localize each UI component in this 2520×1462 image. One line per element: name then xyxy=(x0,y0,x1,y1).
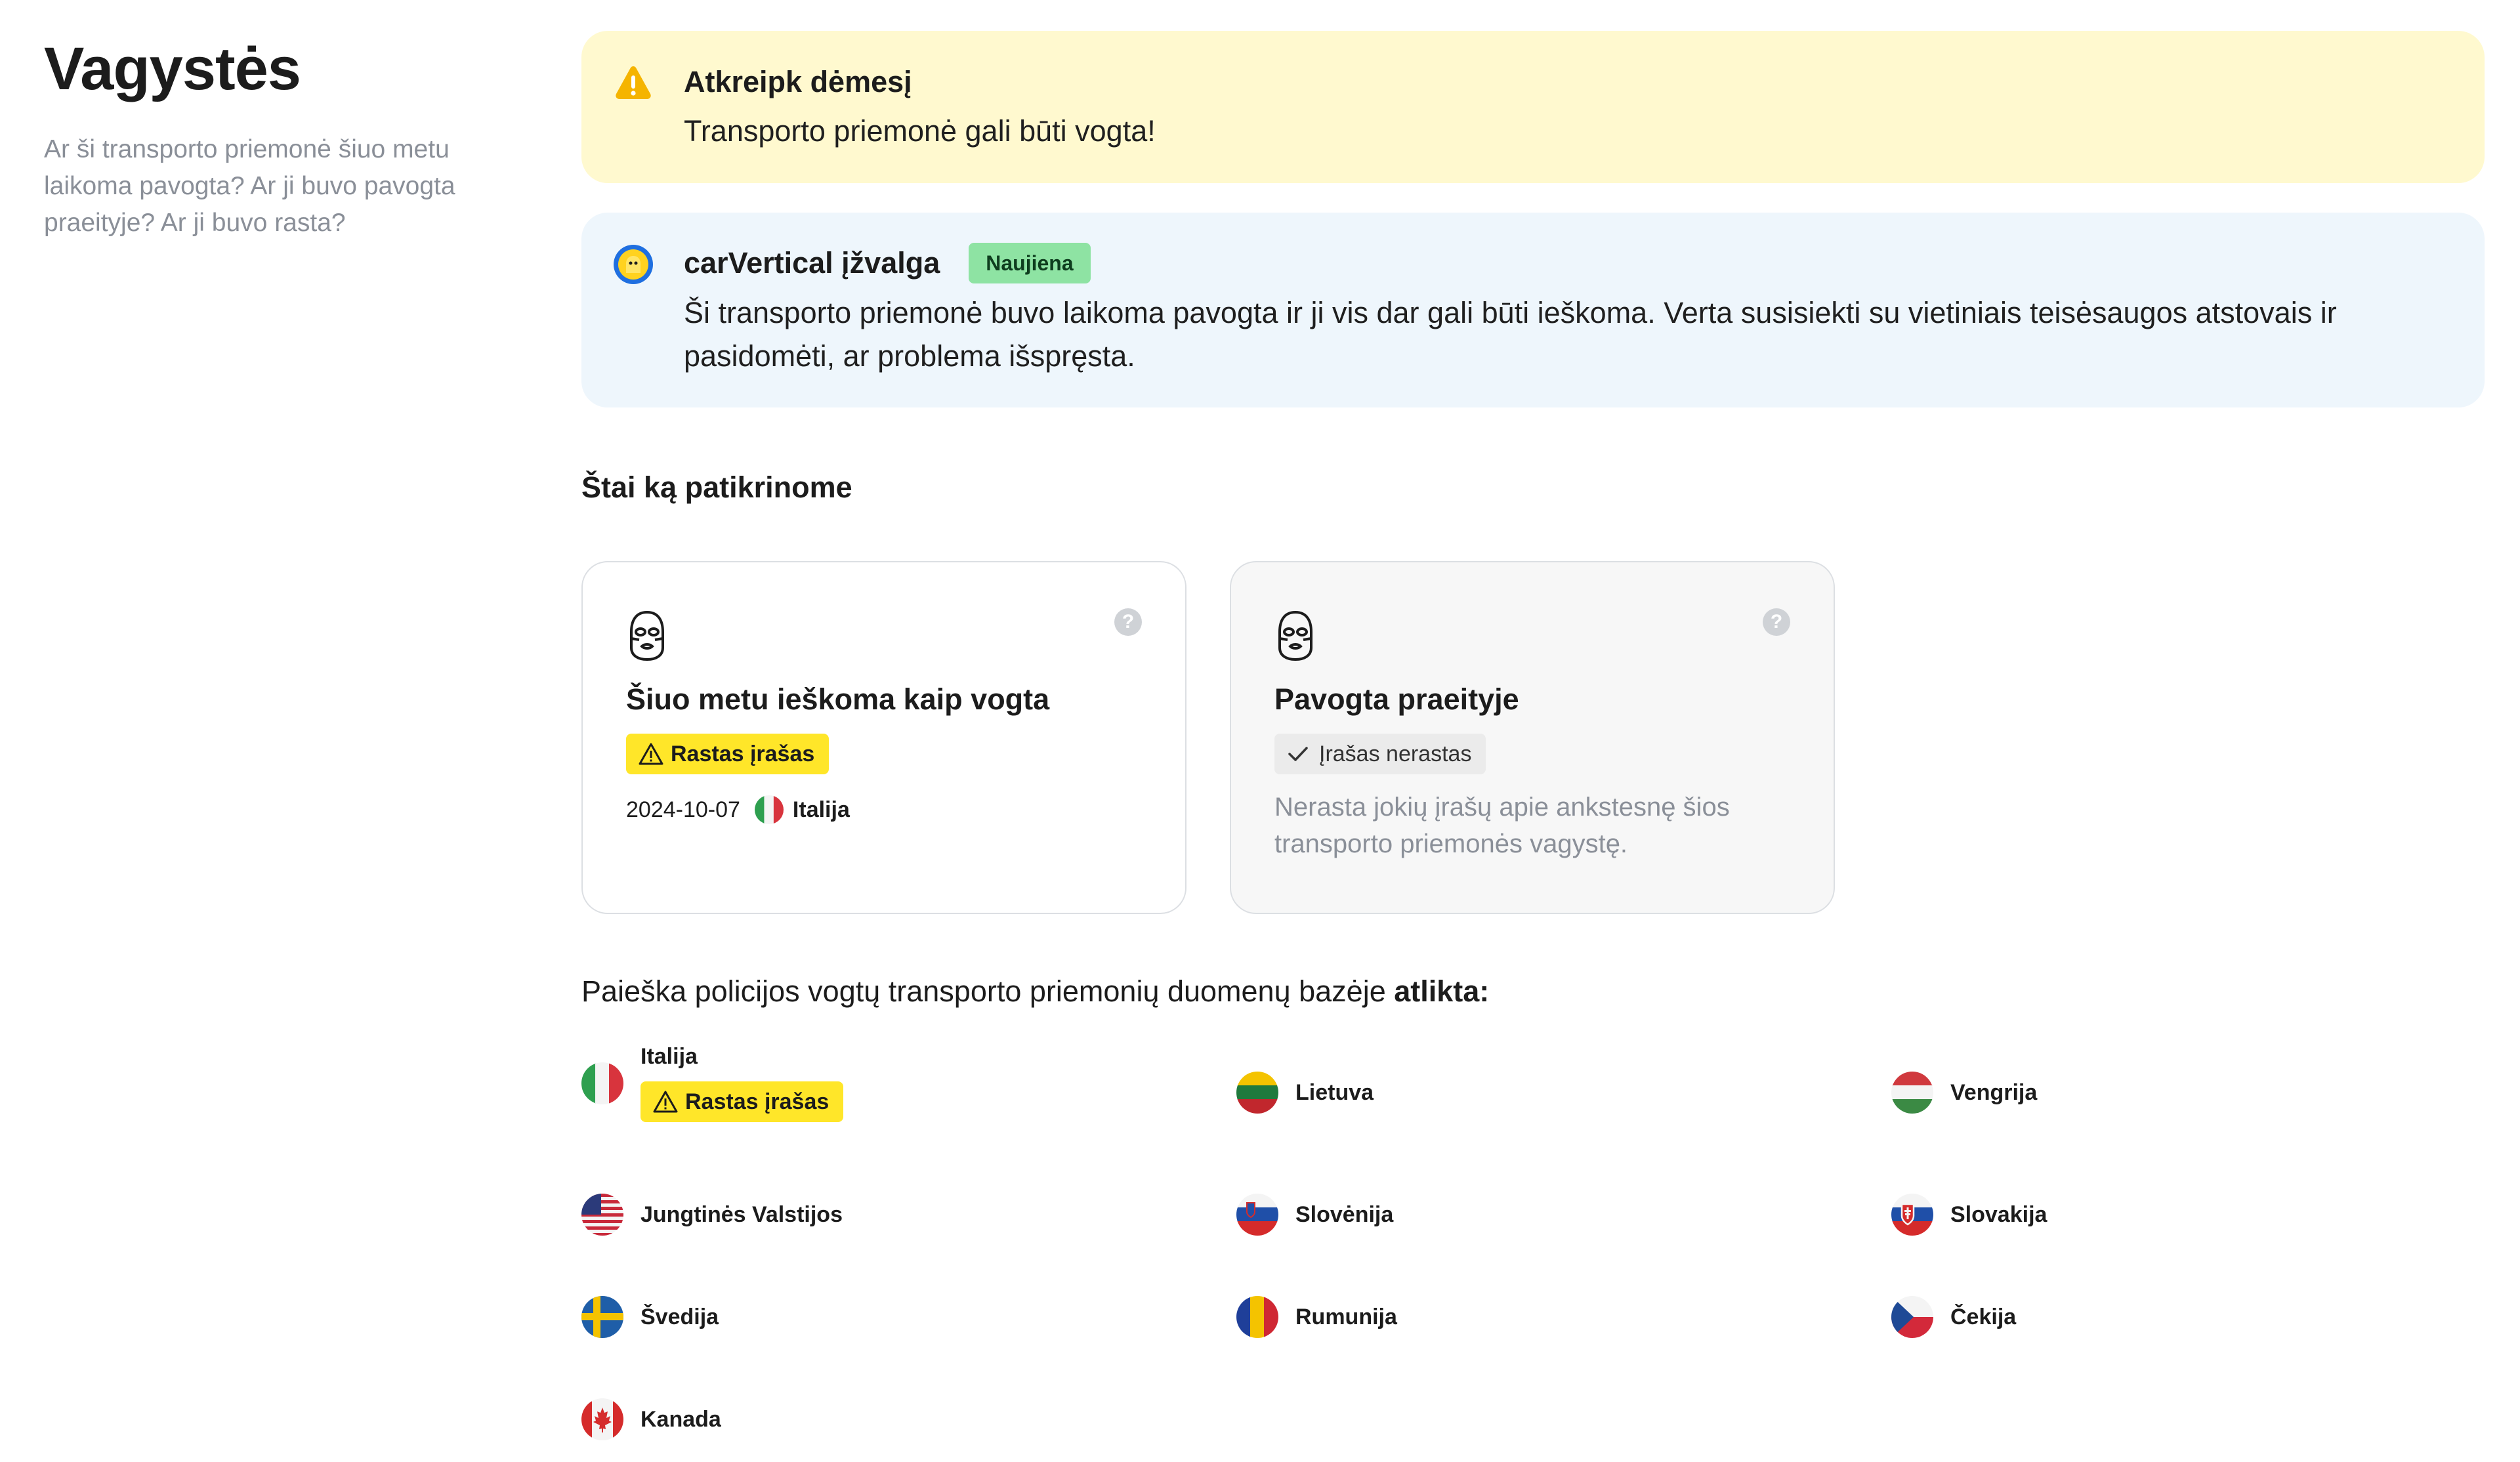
thief-mask-icon xyxy=(626,610,668,662)
warning-text: Transporto priemonė gali būti vogta! xyxy=(684,114,1156,148)
database-text: Paieška policijos vogtų transporto priem… xyxy=(581,974,1395,1008)
record-meta: 2024-10-07 Italija xyxy=(626,795,1142,824)
record-found-badge: Rastas įrašas xyxy=(640,1081,844,1122)
sidebar: Vagystės Ar ši transporto priemonė šiuo … xyxy=(44,33,503,241)
card-description: Nerasta jokių įrašų apie ankstesnę šios … xyxy=(1274,793,1730,858)
italy-flag-icon xyxy=(581,1062,623,1104)
sweden-flag-icon xyxy=(581,1296,623,1338)
lithuania-flag-icon xyxy=(1236,1072,1278,1114)
record-not-found-label: Įrašas nerastas xyxy=(1319,741,1472,766)
insight-text: Ši transporto priemonė buvo laikoma pavo… xyxy=(684,296,2337,373)
romania-flag-icon xyxy=(1236,1296,1278,1338)
country-name: Vengrija xyxy=(1950,1079,2038,1105)
page-title: Vagystės xyxy=(44,35,301,102)
carvertical-logo-icon xyxy=(614,245,653,284)
record-country: Italija xyxy=(792,797,850,822)
country-list: Italija Rastas įrašas Lietuva Vengrija J… xyxy=(581,1044,2485,1451)
currently-stolen-card: ? Šiuo metu ieškoma kaip vogta Rastas įr… xyxy=(581,561,1186,914)
card-title: Šiuo metu ieškoma kaip vogta xyxy=(626,682,1050,716)
country-item-sweden: Švedija xyxy=(581,1296,719,1338)
slovenia-flag-icon xyxy=(1236,1194,1278,1236)
country-item-slovakia: Slovakija xyxy=(1891,1194,2047,1236)
country-item-italy: Italija Rastas įrašas xyxy=(581,1044,844,1122)
warning-triangle-icon xyxy=(638,742,664,766)
country-item-hungary: Vengrija xyxy=(1891,1072,2037,1114)
warning-title: Atkreipk dėmesį xyxy=(684,65,912,98)
country-item-czechia: Čekija xyxy=(1891,1296,2016,1338)
main-content: Atkreipk dėmesį Transporto priemonė gali… xyxy=(581,31,2485,1451)
card-title: Pavogta praeityje xyxy=(1274,682,1519,716)
country-name: Čekija xyxy=(1950,1304,2017,1329)
country-name: Švedija xyxy=(640,1304,719,1329)
database-search-text: Paieška policijos vogtų transporto priem… xyxy=(581,972,2485,1011)
italy-flag-icon xyxy=(754,795,784,824)
checkmark-icon xyxy=(1288,747,1308,761)
database-done: atlikta: xyxy=(1394,974,1490,1008)
hungary-flag-icon xyxy=(1891,1072,1933,1114)
country-name: Slovakija xyxy=(1950,1201,2048,1227)
country-item-romania: Rumunija xyxy=(1236,1296,1397,1338)
record-found-badge: Rastas įrašas xyxy=(626,734,830,774)
country-item-lithuania: Lietuva xyxy=(1236,1072,1374,1114)
country-name: Rumunija xyxy=(1295,1304,1397,1329)
insight-title: carVertical įžvalga xyxy=(684,246,940,280)
country-name: Lietuva xyxy=(1295,1079,1374,1105)
thief-mask-icon xyxy=(1274,610,1316,662)
country-name: Jungtinės Valstijos xyxy=(640,1201,843,1227)
new-badge: Naujiena xyxy=(969,243,1091,283)
usa-flag-icon xyxy=(581,1194,623,1236)
slovakia-flag-icon xyxy=(1891,1194,1933,1236)
checked-section-title: Štai ką patikrinome xyxy=(581,470,852,504)
record-date: 2024-10-07 xyxy=(626,797,740,822)
warning-triangle-icon xyxy=(652,1090,679,1114)
warning-icon xyxy=(616,66,651,99)
insight-alert: carVertical įžvalga Naujiena Ši transpor… xyxy=(581,213,2485,407)
country-name: Italija xyxy=(640,1044,698,1069)
czechia-flag-icon xyxy=(1891,1296,1933,1338)
country-item-usa: Jungtinės Valstijos xyxy=(581,1194,843,1236)
record-found-label: Rastas įrašas xyxy=(685,1089,830,1114)
country-name: Slovėnija xyxy=(1295,1201,1394,1227)
record-found-label: Rastas įrašas xyxy=(671,741,815,766)
stolen-in-past-card: ? Pavogta praeityje Įrašas nerastas Nera… xyxy=(1230,561,1835,914)
country-item-slovenia: Slovėnija xyxy=(1236,1194,1393,1236)
canada-flag-icon xyxy=(581,1398,623,1440)
country-name: Kanada xyxy=(640,1406,721,1432)
record-not-found-badge: Įrašas nerastas xyxy=(1274,734,1486,774)
help-icon[interactable]: ? xyxy=(1763,608,1790,636)
warning-alert: Atkreipk dėmesį Transporto priemonė gali… xyxy=(581,31,2485,183)
help-icon[interactable]: ? xyxy=(1114,608,1142,636)
check-cards: ? Šiuo metu ieškoma kaip vogta Rastas įr… xyxy=(581,561,2485,914)
country-item-canada: Kanada xyxy=(581,1398,721,1440)
page-description: Ar ši transporto priemonė šiuo metu laik… xyxy=(44,135,455,237)
